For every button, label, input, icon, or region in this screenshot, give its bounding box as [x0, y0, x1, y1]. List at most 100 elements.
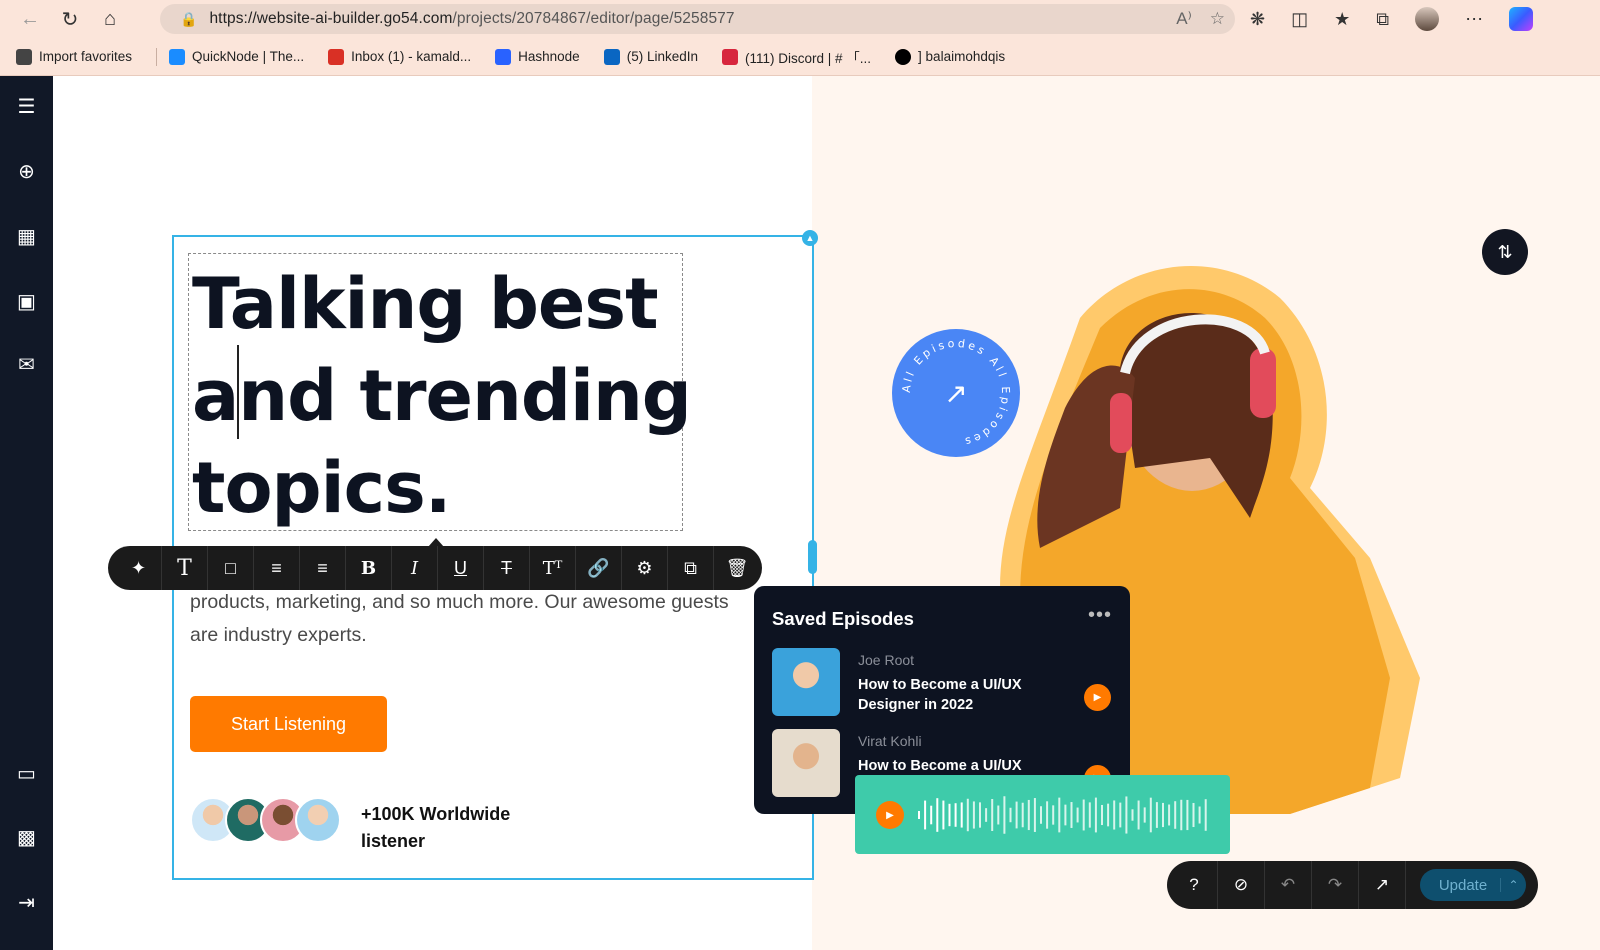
favorite-star-icon[interactable]: ☆ — [1210, 9, 1225, 29]
waveform-bar — [1076, 807, 1079, 823]
desktop-preview-icon[interactable]: ▭ — [0, 758, 53, 788]
episode-thumbnail — [772, 648, 840, 716]
favorites-icon[interactable]: ★ — [1334, 9, 1350, 30]
resize-handle[interactable] — [808, 540, 817, 574]
waveform-bar — [918, 811, 920, 819]
favorite-link[interactable]: (111) Discord | # 「... — [722, 47, 871, 67]
favorite-label: ] balaimohdqis — [918, 49, 1006, 64]
more-icon[interactable]: ⋯ — [1465, 9, 1483, 30]
waveform-bar — [1198, 806, 1201, 824]
episode-item[interactable]: Joe Root How to Become a UI/UX Designer … — [772, 648, 1112, 718]
update-button[interactable]: Update ⌃ — [1420, 869, 1526, 901]
favorite-link[interactable]: Inbox (1) - kamald... — [328, 48, 471, 65]
episode-author: Joe Root — [858, 652, 915, 668]
circle-icon — [895, 48, 912, 65]
episode-thumbnail — [772, 729, 840, 797]
waveform-bar — [936, 798, 939, 832]
discord-icon — [722, 48, 738, 65]
italic-icon[interactable]: I — [392, 546, 438, 590]
split-screen-icon[interactable]: ◫ — [1291, 9, 1308, 30]
waveform-bar — [1070, 802, 1073, 828]
notes-icon[interactable]: ▩ — [0, 822, 53, 852]
waveform-bar — [1101, 804, 1103, 826]
editor-sidebar: ☰ ⊕ ▦ ▣ ✉ ▭ ▩ ⇥ — [0, 76, 53, 950]
favorite-link[interactable]: Import favorites — [16, 48, 133, 65]
pages-icon[interactable]: ▦ — [0, 221, 53, 251]
waveform-bar — [1119, 802, 1122, 828]
favorite-link[interactable]: ] balaimohdqis — [895, 48, 1006, 65]
favorite-link[interactable]: (5) LinkedIn — [603, 48, 698, 65]
copilot-icon[interactable] — [1509, 7, 1534, 31]
delete-icon[interactable]: 🗑 — [714, 546, 760, 590]
menu-icon[interactable]: ☰ — [0, 91, 53, 121]
waveform-bar — [1113, 800, 1116, 830]
linkedin-icon — [603, 48, 620, 65]
link-icon[interactable]: 🔗 — [576, 546, 622, 590]
exit-icon[interactable]: ⇥ — [0, 887, 53, 917]
arrow-up-right-icon: ↗ — [944, 377, 968, 409]
strikethrough-icon[interactable]: T — [484, 546, 530, 590]
text-type-icon[interactable]: T — [162, 546, 208, 590]
all-episodes-badge[interactable]: All Episodes All Episodes ↗ — [892, 329, 1020, 457]
read-aloud-icon[interactable]: A⁾ — [1176, 9, 1192, 29]
favorite-label: (5) LinkedIn — [626, 49, 698, 64]
design-icon[interactable]: ▣ — [0, 286, 53, 316]
home-icon[interactable]: ⌂ — [90, 0, 130, 38]
back-icon[interactable]: ← — [10, 0, 50, 38]
ai-magic-icon[interactable]: ✦ — [116, 546, 162, 590]
gmail-icon — [328, 48, 345, 65]
hero-headline[interactable]: Talking best and trending topics. — [192, 258, 712, 534]
waveform-bar — [1186, 799, 1189, 831]
waveform-bar — [1155, 802, 1158, 828]
waveform-bar — [1003, 796, 1006, 834]
selection-handle-icon[interactable]: ▲ — [802, 230, 818, 246]
waveform-bar — [1082, 799, 1085, 831]
text-size-icon[interactable]: Tᵀ — [530, 546, 576, 590]
hide-icon[interactable]: ⊘ — [1218, 861, 1265, 909]
text-caret — [237, 345, 239, 439]
add-icon[interactable]: ⊕ — [0, 156, 53, 186]
undo-icon[interactable]: ↶ — [1265, 861, 1312, 909]
align-center-icon[interactable]: ≡ — [300, 546, 346, 590]
lock-icon: 🔒 — [180, 10, 198, 27]
import-icon — [16, 48, 32, 65]
more-options-icon[interactable]: ••• — [1088, 604, 1112, 627]
play-icon[interactable]: ▶ — [1084, 684, 1111, 711]
section-settings-icon[interactable]: ⇅ — [1482, 229, 1528, 275]
comments-icon[interactable]: ✉ — [0, 349, 53, 379]
waveform-bar — [1052, 805, 1055, 825]
extensions-icon[interactable]: ❋ — [1250, 9, 1265, 30]
redo-icon[interactable]: ↷ — [1312, 861, 1359, 909]
favorites-separator — [156, 47, 158, 66]
waveform-bar — [1180, 799, 1183, 831]
settings-icon[interactable]: ⚙ — [622, 546, 668, 590]
reload-icon[interactable]: ↻ — [50, 0, 90, 38]
address-bar[interactable]: 🔒 https://website-ai-builder.go54.com/pr… — [160, 4, 1235, 34]
underline-icon[interactable]: U — [438, 546, 484, 590]
help-icon[interactable]: ? — [1171, 861, 1218, 909]
url-text: https://website-ai-builder.go54.com/proj… — [209, 10, 735, 27]
favorites-bar: Import favorites QuickNode | The... Inbox … — [0, 38, 1600, 76]
waveform-bar — [1125, 796, 1128, 834]
collections-icon[interactable]: ⧉ — [1376, 9, 1389, 30]
waveform-bar — [985, 808, 988, 822]
favorite-label: Import favorites — [39, 49, 133, 64]
border-icon[interactable]: □ — [208, 546, 254, 590]
waveform-bar — [1149, 797, 1152, 833]
favorite-link[interactable]: QuickNode | The... — [169, 48, 304, 65]
align-left-icon[interactable]: ≡ — [254, 546, 300, 590]
waveform-bar — [924, 800, 927, 830]
episode-title: How to Become a UI/UX — [858, 758, 1022, 774]
favorite-label: (111) Discord | # 「... — [745, 50, 872, 66]
waveform[interactable] — [918, 787, 1213, 843]
waveform-bar — [1137, 800, 1140, 830]
duplicate-icon[interactable]: ⧉ — [668, 546, 714, 590]
chevron-up-icon[interactable]: ⌃ — [1500, 878, 1526, 892]
audio-player: ▶ — [855, 775, 1230, 854]
favorite-link[interactable]: Hashnode — [495, 48, 580, 65]
external-link-icon[interactable]: ↗ — [1359, 861, 1406, 909]
play-icon[interactable]: ▶ — [876, 801, 904, 829]
bold-icon[interactable]: B — [346, 546, 392, 590]
profile-avatar[interactable] — [1415, 7, 1440, 31]
editor-bottom-bar: ? ⊘ ↶ ↷ ↗ Update ⌃ — [1167, 861, 1538, 909]
